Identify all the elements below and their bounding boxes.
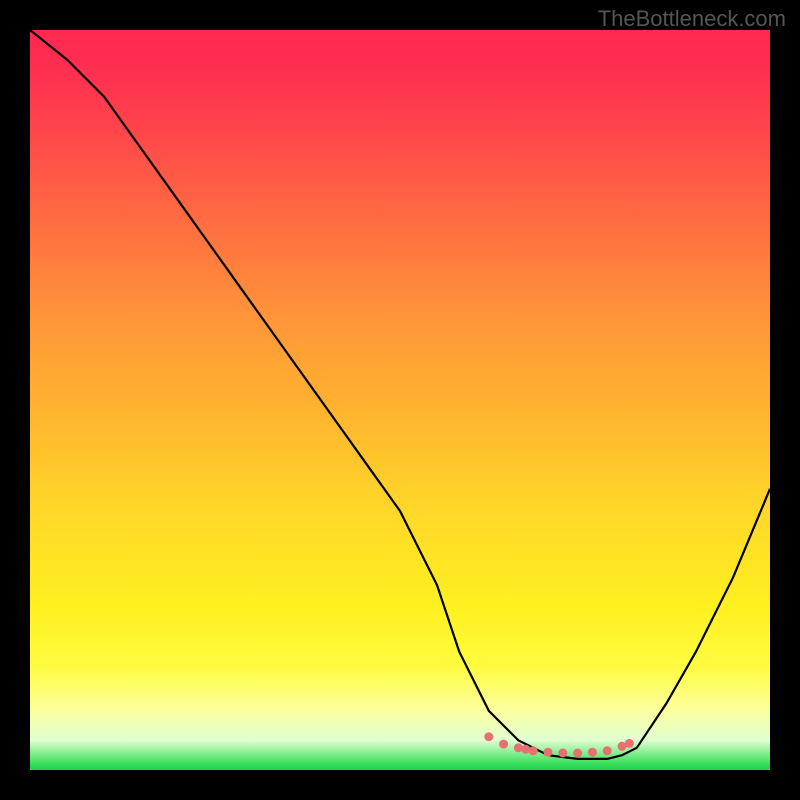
marker-dot xyxy=(529,746,538,755)
marker-dot xyxy=(514,743,523,752)
marker-dot xyxy=(588,748,597,757)
marker-dot xyxy=(499,740,508,749)
marker-dot xyxy=(625,739,634,748)
bottleneck-curve xyxy=(30,30,770,759)
marker-dot xyxy=(544,748,553,757)
chart-svg xyxy=(30,30,770,770)
plot-area xyxy=(30,30,770,770)
marker-dot xyxy=(603,746,612,755)
watermark-text: TheBottleneck.com xyxy=(598,6,786,32)
marker-dot xyxy=(573,749,582,758)
marker-dot xyxy=(484,732,493,741)
marker-dot xyxy=(558,749,567,758)
marker-dot xyxy=(521,745,530,754)
flat-region-markers xyxy=(484,732,634,757)
